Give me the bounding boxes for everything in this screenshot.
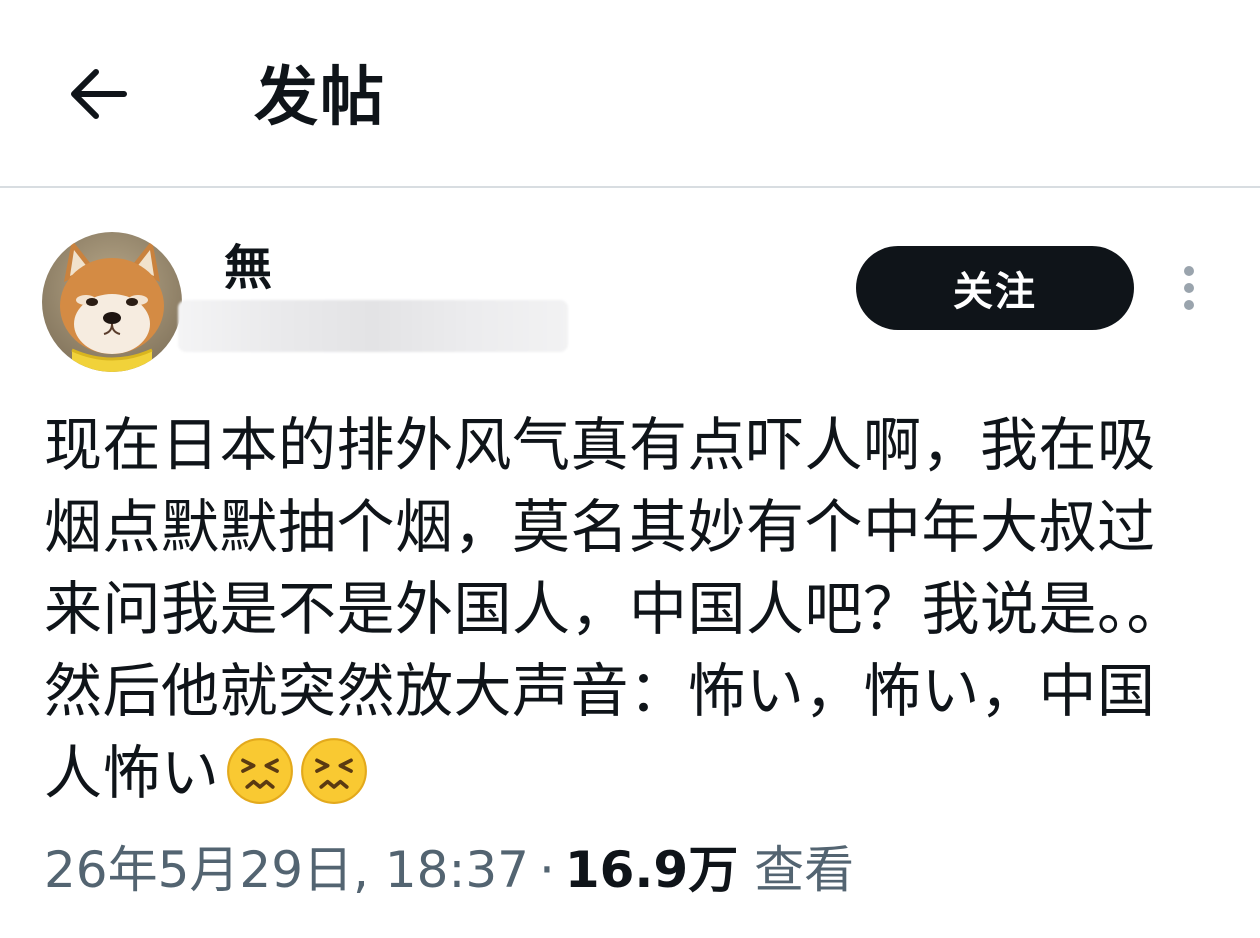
post-meta: 26年5月29日, 18:37 · 16.9万 查看 bbox=[44, 838, 854, 902]
persevering-face-emoji-icon bbox=[300, 738, 367, 804]
more-vertical-icon bbox=[1184, 266, 1194, 276]
back-button[interactable] bbox=[66, 62, 130, 126]
top-bar: 发帖 bbox=[0, 0, 1260, 188]
views-label: 查看 bbox=[754, 841, 855, 899]
post-timestamp[interactable]: 26年5月29日, 18:37 bbox=[44, 841, 529, 899]
avatar[interactable] bbox=[42, 232, 182, 372]
more-options-button[interactable] bbox=[1168, 262, 1212, 314]
post-body: 现在日本的排外风气真有点吓人啊，我在吸烟点默默抽个烟，莫名其妙有个中年大叔过来问… bbox=[44, 404, 1194, 814]
author-display-name[interactable]: 無 bbox=[224, 238, 272, 298]
post-text: 现在日本的排外风气真有点吓人啊，我在吸烟点默默抽个烟，莫名其妙有个中年大叔过来问… bbox=[44, 411, 1186, 807]
persevering-face-emoji-icon bbox=[226, 738, 293, 804]
meta-separator: · bbox=[538, 841, 555, 899]
views-count: 16.9万 bbox=[564, 841, 739, 899]
page-title: 发帖 bbox=[254, 61, 386, 135]
more-vertical-icon-dot bbox=[1184, 283, 1194, 293]
author-handle-redacted bbox=[178, 300, 568, 352]
arrow-left-icon bbox=[71, 69, 127, 119]
more-vertical-icon-dot bbox=[1184, 300, 1194, 310]
follow-button[interactable]: 关注 bbox=[856, 246, 1134, 330]
shiba-inu-avatar-icon bbox=[42, 232, 182, 372]
